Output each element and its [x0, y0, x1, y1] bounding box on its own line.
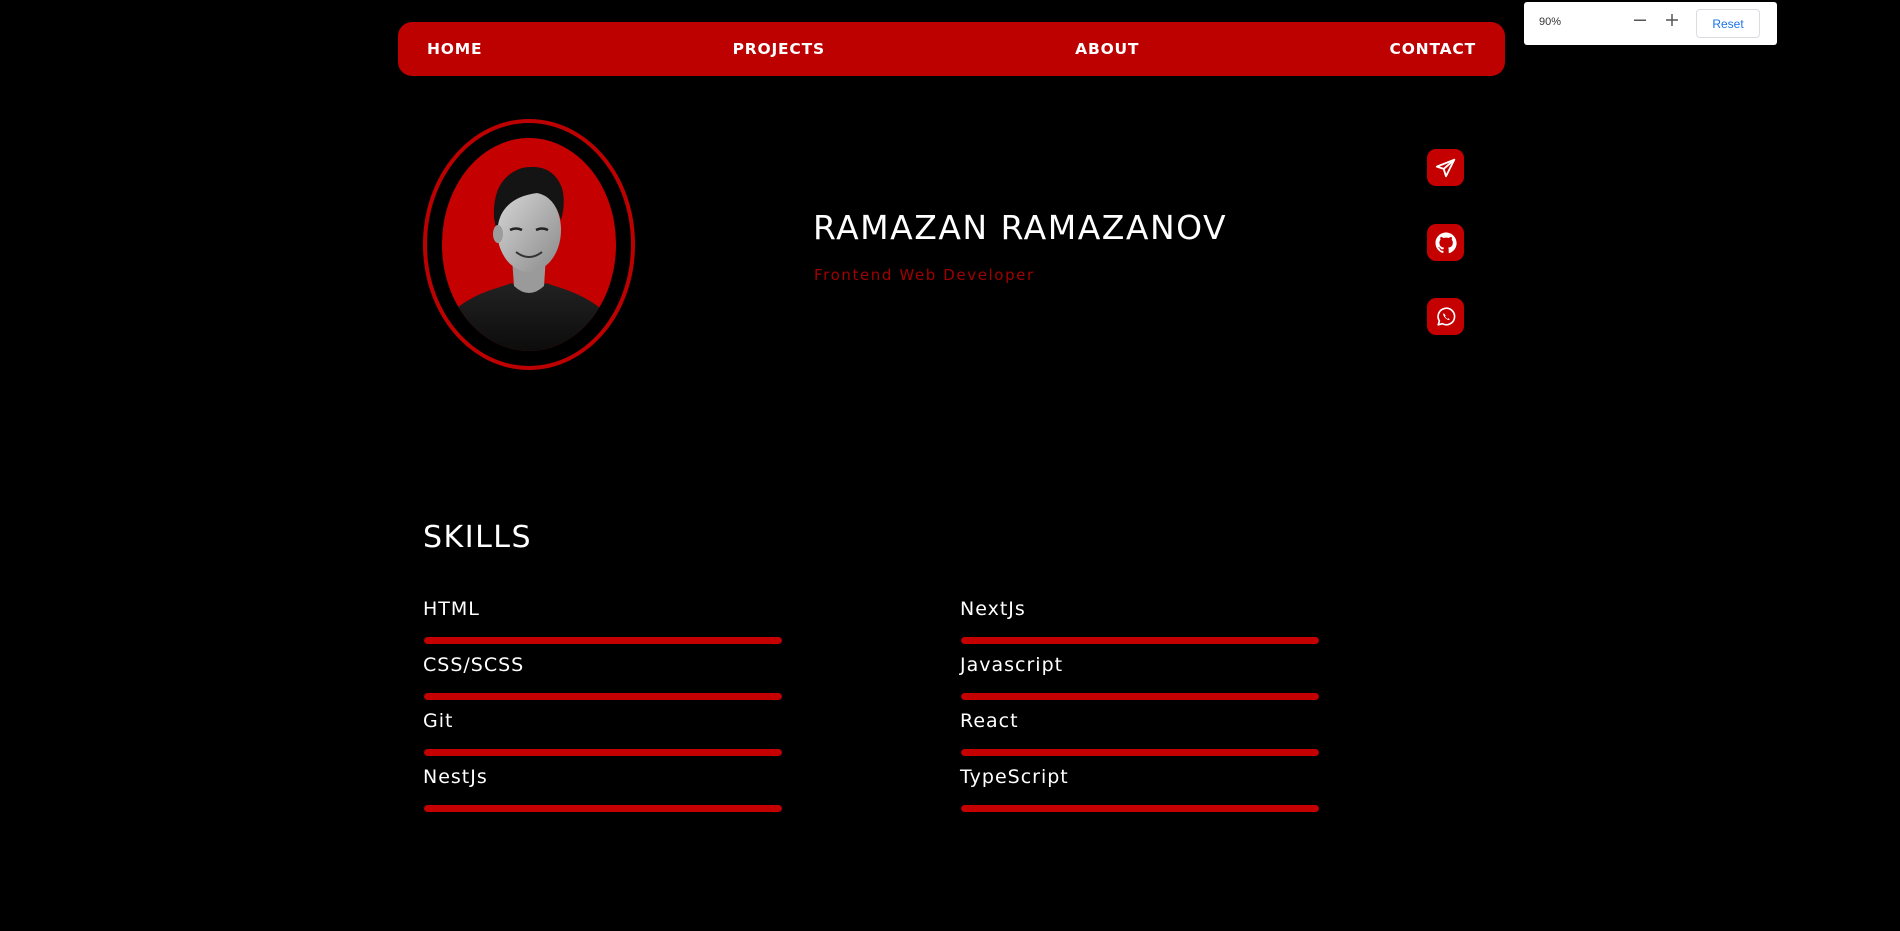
skill-progress-bar — [424, 805, 782, 812]
skill-name: CSS/SCSS — [423, 654, 525, 676]
telegram-link[interactable] — [1427, 149, 1464, 186]
skill-progress-fill — [424, 693, 782, 700]
skill-progress-bar — [424, 693, 782, 700]
skills-heading: SKILLS — [423, 520, 533, 555]
skill-progress-bar — [961, 693, 1319, 700]
skill-item: React — [960, 710, 1320, 766]
skill-progress-bar — [961, 637, 1319, 644]
whatsapp-icon — [1436, 306, 1455, 326]
profile-name: RAMAZAN RAMAZANOV — [813, 208, 1228, 247]
zoom-out-button[interactable] — [1628, 8, 1652, 32]
skill-name: NestJs — [423, 766, 488, 788]
skill-progress-fill — [424, 749, 782, 756]
zoom-reset-button[interactable]: Reset — [1696, 9, 1760, 38]
portfolio-page: HOME PROJECTS ABOUT CONTACT 90% Reset RA… — [0, 0, 1900, 931]
nav-projects-link[interactable]: PROJECTS — [733, 40, 825, 58]
nav-home-link[interactable]: HOME — [427, 40, 482, 58]
skill-progress-fill — [424, 637, 782, 644]
telegram-icon — [1435, 158, 1455, 177]
skill-item: Javascript — [960, 654, 1320, 710]
skill-item: Git — [423, 710, 783, 766]
skill-name: Git — [423, 710, 454, 732]
skill-progress-bar — [961, 749, 1319, 756]
avatar-portrait-image — [442, 166, 616, 351]
minus-icon — [1634, 19, 1646, 21]
skill-name: TypeScript — [960, 766, 1069, 788]
github-icon — [1435, 232, 1457, 253]
whatsapp-link[interactable] — [1427, 298, 1464, 335]
profile-title: Frontend Web Developer — [814, 266, 1035, 284]
skill-name: Javascript — [960, 654, 1064, 676]
skill-progress-bar — [961, 805, 1319, 812]
skill-progress-fill — [961, 805, 1319, 812]
skill-name: HTML — [423, 598, 480, 620]
nav-about-link[interactable]: ABOUT — [1075, 40, 1139, 58]
skill-item: NextJs — [960, 598, 1320, 654]
main-navigation: HOME PROJECTS ABOUT CONTACT — [398, 22, 1505, 76]
skill-item: HTML — [423, 598, 783, 654]
skill-progress-bar — [424, 749, 782, 756]
skill-progress-fill — [961, 749, 1319, 756]
skill-progress-fill — [961, 693, 1319, 700]
skills-column-left: HTML CSS/SCSS Git NestJs — [423, 598, 783, 822]
skill-item: NestJs — [423, 766, 783, 822]
avatar-frame — [423, 119, 635, 370]
nav-contact-link[interactable]: CONTACT — [1390, 40, 1476, 58]
skills-column-right: NextJs Javascript React TypeScript — [960, 598, 1320, 822]
plus-icon — [1666, 14, 1678, 26]
skill-item: CSS/SCSS — [423, 654, 783, 710]
zoom-in-button[interactable] — [1660, 8, 1684, 32]
skill-progress-fill — [961, 637, 1319, 644]
avatar — [442, 138, 616, 351]
skill-item: TypeScript — [960, 766, 1320, 822]
zoom-level-text: 90% — [1539, 16, 1562, 28]
skill-progress-fill — [424, 805, 782, 812]
github-link[interactable] — [1427, 224, 1464, 261]
skill-name: NextJs — [960, 598, 1026, 620]
skill-name: React — [960, 710, 1019, 732]
skill-progress-bar — [424, 637, 782, 644]
